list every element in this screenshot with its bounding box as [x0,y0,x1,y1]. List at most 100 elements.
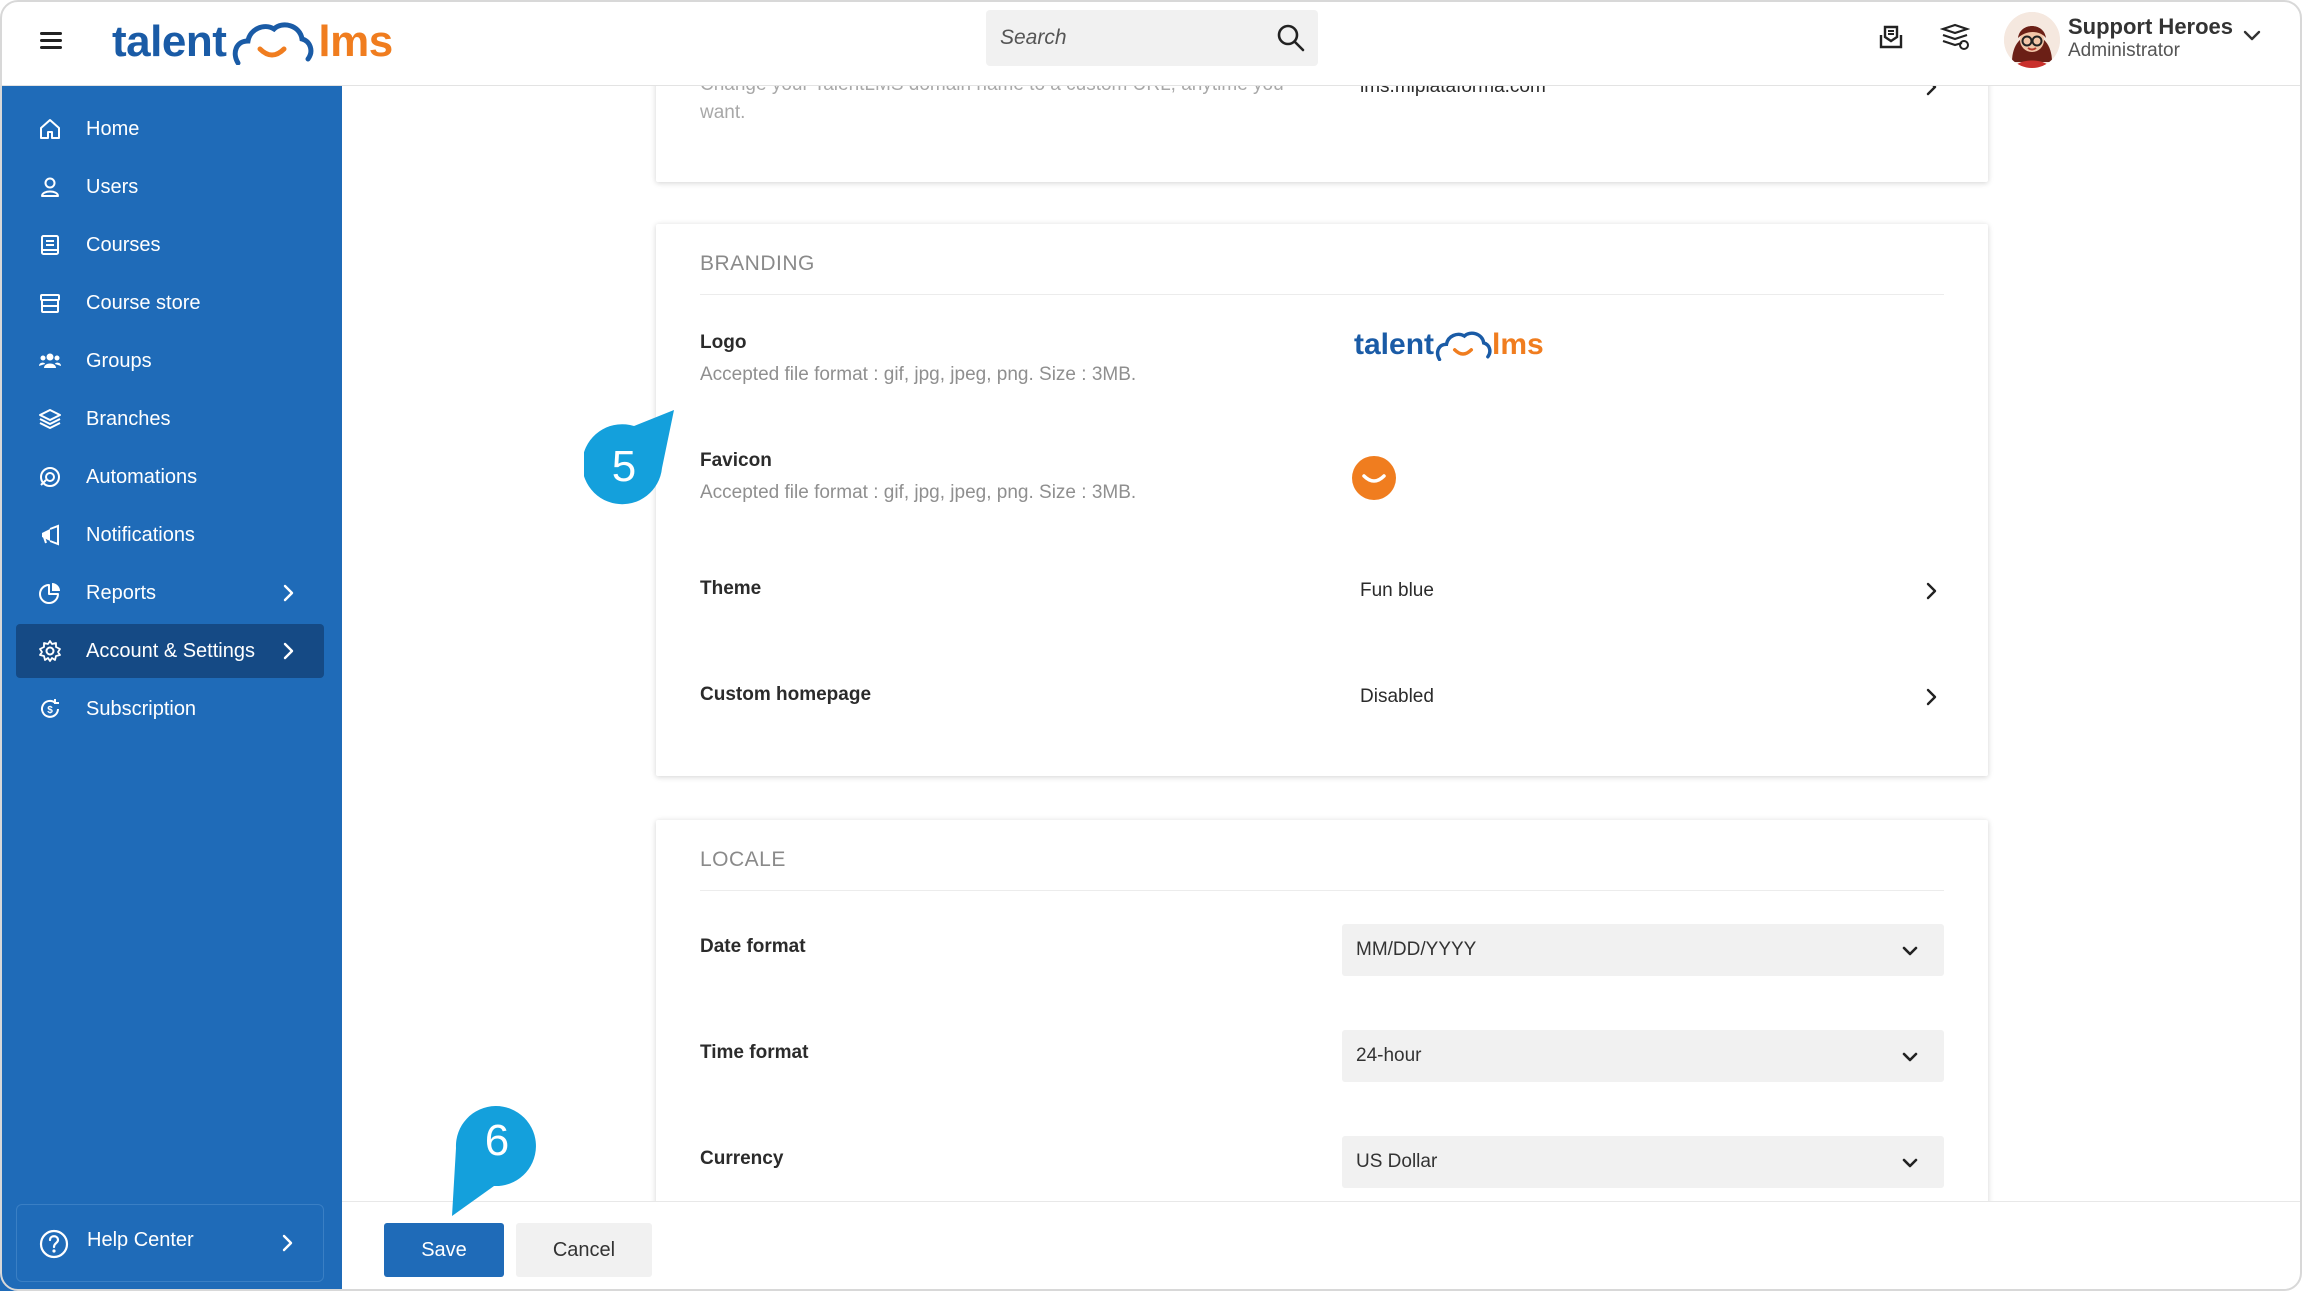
logo-label: Logo [700,332,747,353]
subscription-icon: $ [41,699,59,718]
logo-text-lms: lms [318,17,393,66]
locale-card: LOCALE Date format MM/DD/YYYY Time forma… [656,820,1988,1201]
custom-homepage-value[interactable]: Disabled [1360,686,1434,708]
cancel-button[interactable]: Cancel [516,1223,652,1277]
logo-text-talent: talent [112,17,227,66]
sidebar-item-label: Groups [86,349,152,372]
book-icon [41,235,59,255]
branding-card: BRANDING Logo Accepted file format : gif… [656,224,1988,776]
action-bar: Save Cancel [342,1201,2302,1291]
step-number: 6 [484,1116,510,1165]
domain-value: lms.miplataforma.com [1360,86,1546,97]
avatar[interactable] [2004,12,2060,68]
sidebar-item-label: Automations [86,465,198,488]
cloud-logo-icon [1435,331,1492,361]
logo-preview-text-lms: lms [1492,328,1544,361]
save-button[interactable]: Save [384,1223,504,1277]
sidebar-item-label: Courses [86,233,161,256]
sidebar: Home Users Courses Course store Groups B… [0,86,342,1291]
currency-label: Currency [700,1148,784,1169]
chevron-right-icon[interactable] [1920,580,1942,602]
courses-switch-icon[interactable] [1938,20,1972,54]
divider [700,294,1944,295]
menu-icon[interactable] [40,28,68,52]
currency-select[interactable]: US Dollar [1342,1136,1944,1188]
date-format-label: Date format [700,936,806,957]
cloud-logo-icon [233,22,314,65]
user-role: Administrator [2068,40,2180,61]
theme-value[interactable]: Fun blue [1360,580,1434,602]
divider [700,890,1944,891]
help-icon [39,1229,69,1259]
sidebar-item-label: Course store [86,291,201,314]
sidebar-item-label: Home [86,117,140,140]
step-marker-6: 6 [450,1104,540,1216]
help-center-button[interactable]: Help Center [16,1204,324,1282]
search-icon[interactable] [1276,23,1306,58]
favicon-hint: Accepted file format : gif, jpg, jpeg, p… [700,482,1137,503]
chevron-right-icon [283,584,294,602]
store-icon [40,294,60,313]
chevron-down-icon[interactable] [2240,24,2264,53]
step-number: 5 [611,442,637,491]
help-center-label: Help Center [87,1229,194,1251]
app-window: talent lms Search Support Heroes Adminis… [0,0,2302,1291]
sidebar-item-notifications[interactable]: Notifications [16,508,324,562]
sidebar-item-label: Branches [86,407,171,430]
sidebar-item-reports[interactable]: Reports [16,566,324,620]
sidebar-item-subscription[interactable]: $ Subscription [16,682,324,736]
layers-icon [39,409,61,429]
settings-content: Change your TalentLMS domain name to a c… [342,86,2302,1201]
automation-icon [40,467,60,487]
sidebar-item-label: Notifications [86,523,195,546]
groups-icon [39,353,61,368]
logo-preview-text-talent: talent [1354,328,1435,361]
megaphone-icon [42,524,59,546]
sidebar-item-course-store[interactable]: Course store [16,276,324,330]
logo-hint: Accepted file format : gif, jpg, jpeg, p… [700,364,1137,385]
domain-description: Change your TalentLMS domain name to a c… [700,86,1284,96]
time-format-value: 24-hour [1356,1045,1422,1066]
chevron-right-icon[interactable] [1920,686,1942,708]
sidebar-item-home[interactable]: Home [16,102,324,156]
talentlms-logo[interactable]: talent lms [112,12,393,72]
chevron-right-icon[interactable] [1920,86,1942,98]
search-box[interactable] [986,10,1318,66]
chevron-down-icon [1902,946,1918,956]
theme-label: Theme [700,578,762,599]
chevron-down-icon [1902,1052,1918,1062]
sidebar-item-label: Users [86,175,139,198]
sidebar-item-account-settings[interactable]: Account & Settings [16,624,324,678]
user-icon [41,177,59,197]
search-input[interactable] [986,10,1256,66]
sidebar-item-users[interactable]: Users [16,160,324,214]
sidebar-item-label: Reports [86,581,157,604]
date-format-value: MM/DD/YYYY [1356,939,1477,960]
svg-text:$: $ [47,705,53,716]
sidebar-item-groups[interactable]: Groups [16,334,324,388]
messages-icon[interactable] [1874,20,1908,54]
sidebar-item-branches[interactable]: Branches [16,392,324,446]
sidebar-item-label: Subscription [86,697,197,720]
favicon-label: Favicon [700,450,772,471]
locale-title: LOCALE [700,848,786,871]
branding-title: BRANDING [700,252,815,275]
currency-value: US Dollar [1356,1151,1438,1172]
sidebar-item-courses[interactable]: Courses [16,218,324,272]
step-marker-5: 5 [582,410,674,510]
custom-homepage-label: Custom homepage [700,684,872,705]
home-icon [40,119,60,139]
favicon-preview-icon[interactable] [1352,456,1396,500]
pie-chart-icon [39,583,60,604]
time-format-select[interactable]: 24-hour [1342,1030,1944,1082]
sidebar-item-label: Account & Settings [86,639,255,662]
time-format-label: Time format [700,1042,809,1063]
date-format-select[interactable]: MM/DD/YYYY [1342,924,1944,976]
sidebar-item-automations[interactable]: Automations [16,450,324,504]
top-bar: talent lms Search Support Heroes Adminis… [0,0,2302,86]
gear-icon [39,640,61,662]
logo-preview[interactable]: talent lms [1354,328,1544,362]
domain-card: Change your TalentLMS domain name to a c… [656,86,1988,182]
user-name[interactable]: Support Heroes [2068,14,2233,40]
chevron-right-icon [282,1234,293,1252]
